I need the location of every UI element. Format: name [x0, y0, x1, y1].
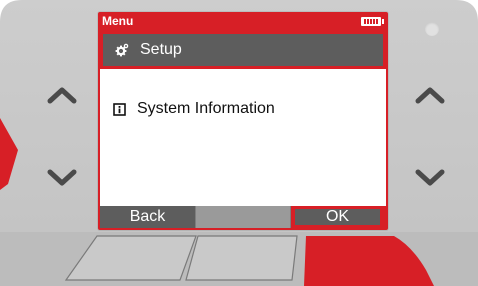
status-led: [425, 22, 439, 36]
menu-list: Setup System Information: [100, 31, 386, 210]
back-softkey[interactable]: Back: [100, 206, 195, 228]
battery-icon: [361, 17, 384, 26]
menu-item-label: Setup: [140, 41, 182, 58]
ok-softkey[interactable]: OK: [291, 206, 386, 228]
ok-softkey-label: OK: [325, 208, 350, 225]
menu-item-setup[interactable]: Setup: [100, 31, 386, 69]
chevron-up-icon: [415, 87, 445, 104]
chevron-up-icon: [47, 87, 77, 104]
chevron-down-icon: [415, 169, 445, 186]
left-down-button[interactable]: [40, 163, 84, 193]
menu-item-label: System Information: [137, 100, 275, 117]
gear-icon: [115, 43, 129, 57]
middle-softkey[interactable]: [195, 206, 291, 228]
screen-title-bar: Menu: [98, 12, 388, 31]
device-frame: Menu Setup System Information Back OK: [0, 0, 478, 286]
menu-item-system-information[interactable]: System Information: [100, 90, 386, 128]
left-up-button[interactable]: [40, 80, 84, 110]
right-up-button[interactable]: [408, 80, 452, 110]
softkey-bar: Back OK: [100, 206, 386, 228]
hardware-key-middle[interactable]: [185, 235, 298, 281]
lcd-screen: Menu Setup System Information Back OK: [98, 12, 388, 230]
right-down-button[interactable]: [408, 163, 452, 193]
chevron-down-icon: [47, 169, 77, 186]
info-icon: [112, 102, 126, 116]
back-softkey-label: Back: [129, 208, 166, 225]
screen-title: Menu: [102, 14, 134, 28]
